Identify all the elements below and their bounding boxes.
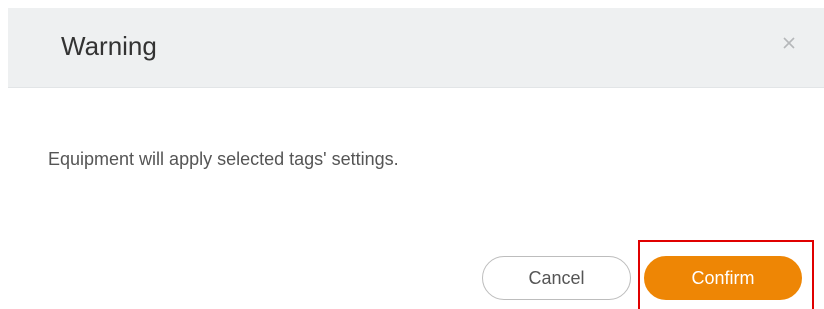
cancel-button[interactable]: Cancel (482, 256, 631, 300)
warning-dialog: Warning Equipment will apply selected ta… (0, 0, 824, 309)
dialog-header: Warning (8, 8, 824, 88)
close-icon[interactable] (778, 32, 800, 54)
dialog-message: Equipment will apply selected tags' sett… (48, 149, 399, 169)
confirm-button[interactable]: Confirm (644, 256, 802, 300)
dialog-title: Warning (61, 31, 157, 61)
